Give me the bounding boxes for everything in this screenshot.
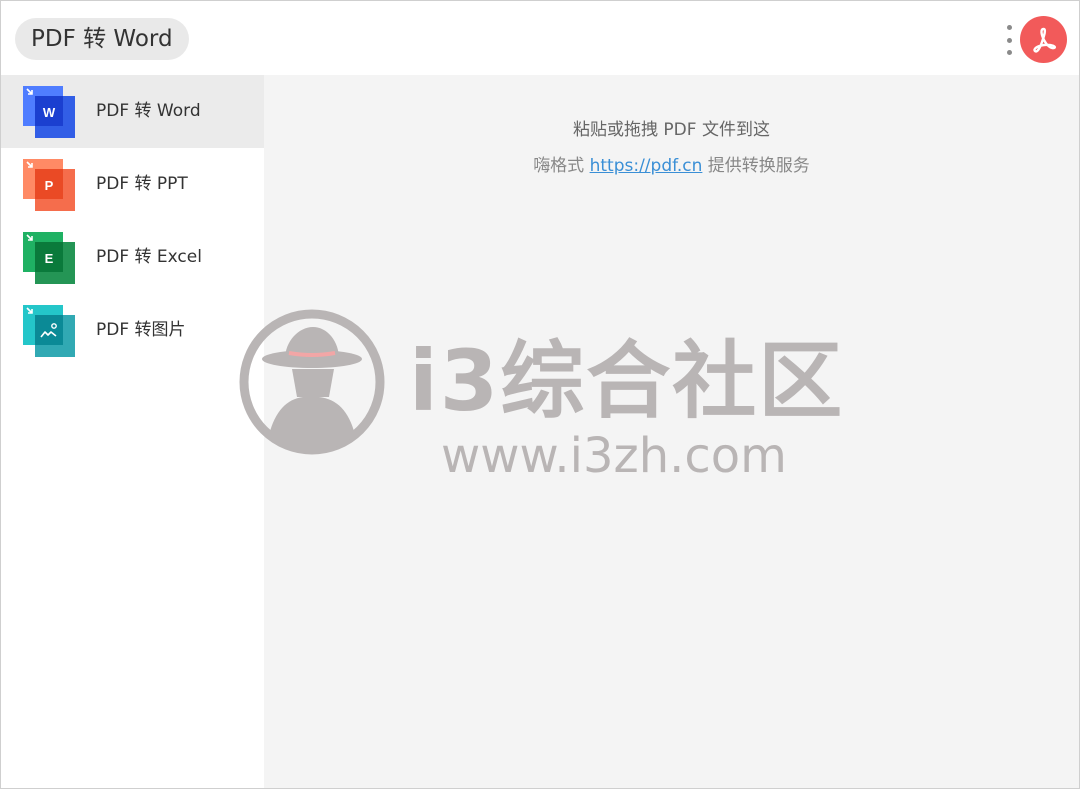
acrobat-button[interactable] — [1020, 16, 1067, 63]
more-vertical-icon — [1006, 25, 1012, 30]
sidebar-item-pdf-to-word[interactable]: W PDF 转 Word — [1, 75, 264, 148]
ppt-file-icon: P — [23, 159, 75, 211]
watermark-name: i3综合社区 — [409, 332, 845, 430]
more-options-button[interactable] — [1003, 25, 1015, 55]
sidebar-item-pdf-to-ppt[interactable]: P PDF 转 PPT — [1, 148, 264, 221]
sidebar-icon-letter: W — [43, 105, 56, 120]
page-title: PDF 转 Word — [15, 18, 189, 60]
drop-hint-text: 粘贴或拖拽 PDF 文件到这 — [573, 120, 770, 140]
sidebar: W PDF 转 Word P PDF 转 PPT E PDF 转 Excel P… — [1, 75, 264, 788]
header-bar: PDF 转 Word — [1, 1, 1079, 75]
provider-link[interactable]: https://pdf.cn — [590, 156, 703, 176]
sidebar-item-pdf-to-image[interactable]: PDF 转图片 — [1, 294, 264, 367]
watermark-logo — [239, 309, 385, 455]
provider-prefix: 嗨格式 — [533, 156, 585, 176]
image-file-icon — [23, 305, 75, 357]
sidebar-item-label: PDF 转 PPT — [96, 174, 188, 194]
sidebar-item-label: PDF 转 Excel — [96, 247, 202, 267]
watermark-url: www.i3zh.com — [441, 428, 787, 484]
provider-line: 嗨格式 https://pdf.cn 提供转换服务 — [264, 151, 1079, 176]
provider-suffix: 提供转换服务 — [707, 156, 810, 176]
sidebar-icon-letter: P — [45, 178, 54, 193]
app-window: PDF 转 Word W PDF 转 Word P PDF 转 PPT E PD… — [0, 0, 1080, 789]
sidebar-item-pdf-to-excel[interactable]: E PDF 转 Excel — [1, 221, 264, 294]
sidebar-icon-letter: E — [45, 251, 54, 266]
word-file-icon: W — [23, 86, 75, 138]
excel-file-icon: E — [23, 232, 75, 284]
acrobat-icon — [1032, 27, 1056, 53]
sidebar-item-label: PDF 转图片 — [96, 320, 186, 340]
sidebar-item-label: PDF 转 Word — [96, 101, 201, 121]
